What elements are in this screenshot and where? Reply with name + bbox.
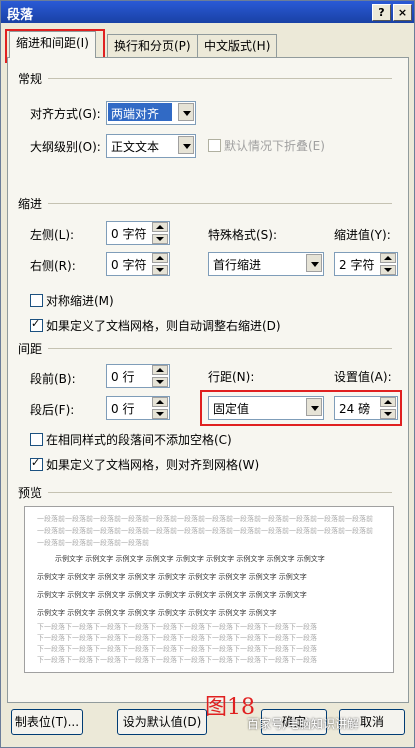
auto-right-indent-label: 如果定义了文档网格，则自动调整右缩进(D) [46,319,281,333]
spin-up-icon[interactable] [152,397,168,407]
set-default-button[interactable]: 设为默认值(D) [117,709,207,735]
spin-down-icon[interactable] [152,409,168,419]
chevron-down-icon[interactable] [178,136,194,154]
no-space-same-style-label: 在相同样式的段落间不添加空格(C) [46,433,232,447]
space-after-spinner[interactable]: 0 行 [106,396,170,420]
general-section-title: 常规 [18,72,43,86]
alignment-select[interactable]: 两端对齐 [106,101,196,125]
special-value: 首行缩进 [213,258,262,272]
left-indent-value: 0 字符 [111,227,147,241]
indent-section-title: 缩进 [18,197,43,211]
chevron-down-icon[interactable] [306,254,322,272]
collapse-label: 默认情况下折叠(E) [224,139,325,153]
mirror-indents-checkbox[interactable] [30,294,43,307]
space-before-spinner[interactable]: 0 行 [106,364,170,388]
preview-pane: 一段落前一段落前一段落前一段落前一段落前一段落前一段落前一段落前一段落前一段落前… [24,506,394,673]
title-bar: 段落 ? × [1,1,414,23]
outline-level-value: 正文文本 [111,140,160,154]
space-after-label: 段后(F): [30,403,75,417]
outline-level-select[interactable]: 正文文本 [106,134,196,158]
indent-divider [48,203,392,204]
preview-line: 下一段落下一段落下一段落下一段落下一段落下一段落下一段落下一段落下一段落下一段落 [37,656,317,664]
tab-line-page-breaks[interactable]: 换行和分页(P) [107,34,198,57]
preview-line: 一段落前一段落前一段落前一段落前一段落前一段落前一段落前一段落前一段落前一段落前… [37,527,373,535]
highlight-line-spacing [200,390,402,426]
right-indent-spinner[interactable]: 0 字符 [106,252,170,276]
space-before-value: 0 行 [111,370,135,384]
spin-down-icon[interactable] [380,265,396,275]
spin-down-icon[interactable] [152,234,168,244]
preview-section-title: 预览 [18,486,43,500]
space-before-label: 段前(B): [30,372,76,386]
alignment-value: 两端对齐 [111,107,160,121]
tabs-button[interactable]: 制表位(T)... [11,709,83,735]
dialog-title: 段落 [7,8,34,23]
alignment-label: 对齐方式(G): [30,107,101,121]
preview-line: 示例文字 示例文字 示例文字 示例文字 示例文字 示例文字 示例文字 示例文字 … [37,573,307,581]
preview-line: 示例文字 示例文字 示例文字 示例文字 示例文字 示例文字 示例文字 示例文字 … [37,591,307,599]
special-select[interactable]: 首行缩进 [208,252,324,276]
preview-line: 一段落前一段落前一段落前一段落前 [37,539,149,547]
no-space-same-style-checkbox[interactable] [30,433,43,446]
indent-by-spinner[interactable]: 2 字符 [334,252,398,276]
paragraph-dialog: 段落 ? × 缩进和间距(I) 换行和分页(P) 中文版式(H) 常规 对齐方式… [0,0,415,748]
help-button[interactable]: ? [372,4,391,21]
special-label: 特殊格式(S): [208,228,278,242]
preview-line: 示例文字 示例文字 示例文字 示例文字 示例文字 示例文字 示例文字 示例文字 [37,609,277,617]
left-indent-spinner[interactable]: 0 字符 [106,221,170,245]
tab-panel: 常规 对齐方式(G): 两端对齐 大纲级别(O): 正文文本 默认情况下折叠(E… [7,57,409,703]
line-spacing-label: 行距(N): [208,370,255,384]
spacing-divider [48,348,392,349]
spacing-section-title: 间距 [18,342,43,356]
snap-to-grid-label: 如果定义了文档网格，则对齐到网格(W) [46,458,260,472]
right-indent-value: 0 字符 [111,258,147,272]
indent-by-value: 2 字符 [339,258,375,272]
auto-right-indent-checkbox[interactable] [30,317,43,332]
spacing-at-label: 设置值(A): [334,370,392,384]
spin-up-icon[interactable] [152,253,168,263]
left-indent-label: 左侧(L): [30,228,75,242]
tab-asian-typography[interactable]: 中文版式(H) [197,34,278,57]
tab-indents-spacing[interactable]: 缩进和间距(I) [9,31,96,58]
chevron-down-icon[interactable] [178,103,194,121]
right-indent-label: 右侧(R): [30,259,76,273]
general-divider [48,78,392,79]
collapse-checkbox[interactable] [208,139,221,152]
spin-down-icon[interactable] [152,265,168,275]
space-after-value: 0 行 [111,402,135,416]
watermark: 百家号/电脑知识讲解 [247,717,360,731]
spin-down-icon[interactable] [152,377,168,387]
spin-up-icon[interactable] [152,222,168,232]
spin-up-icon[interactable] [380,253,396,263]
mirror-indents-label: 对称缩进(M) [46,294,114,308]
preview-line: 一段落前一段落前一段落前一段落前一段落前一段落前一段落前一段落前一段落前一段落前… [37,515,373,523]
preview-line: 示例文字 示例文字 示例文字 示例文字 示例文字 示例文字 示例文字 示例文字 … [55,555,325,563]
outline-level-label: 大纲级别(O): [30,140,101,154]
preview-divider [48,492,392,493]
close-button[interactable]: × [393,4,412,21]
indent-by-label: 缩进值(Y): [334,228,391,242]
spin-up-icon[interactable] [152,365,168,375]
snap-to-grid-checkbox[interactable] [30,456,43,471]
